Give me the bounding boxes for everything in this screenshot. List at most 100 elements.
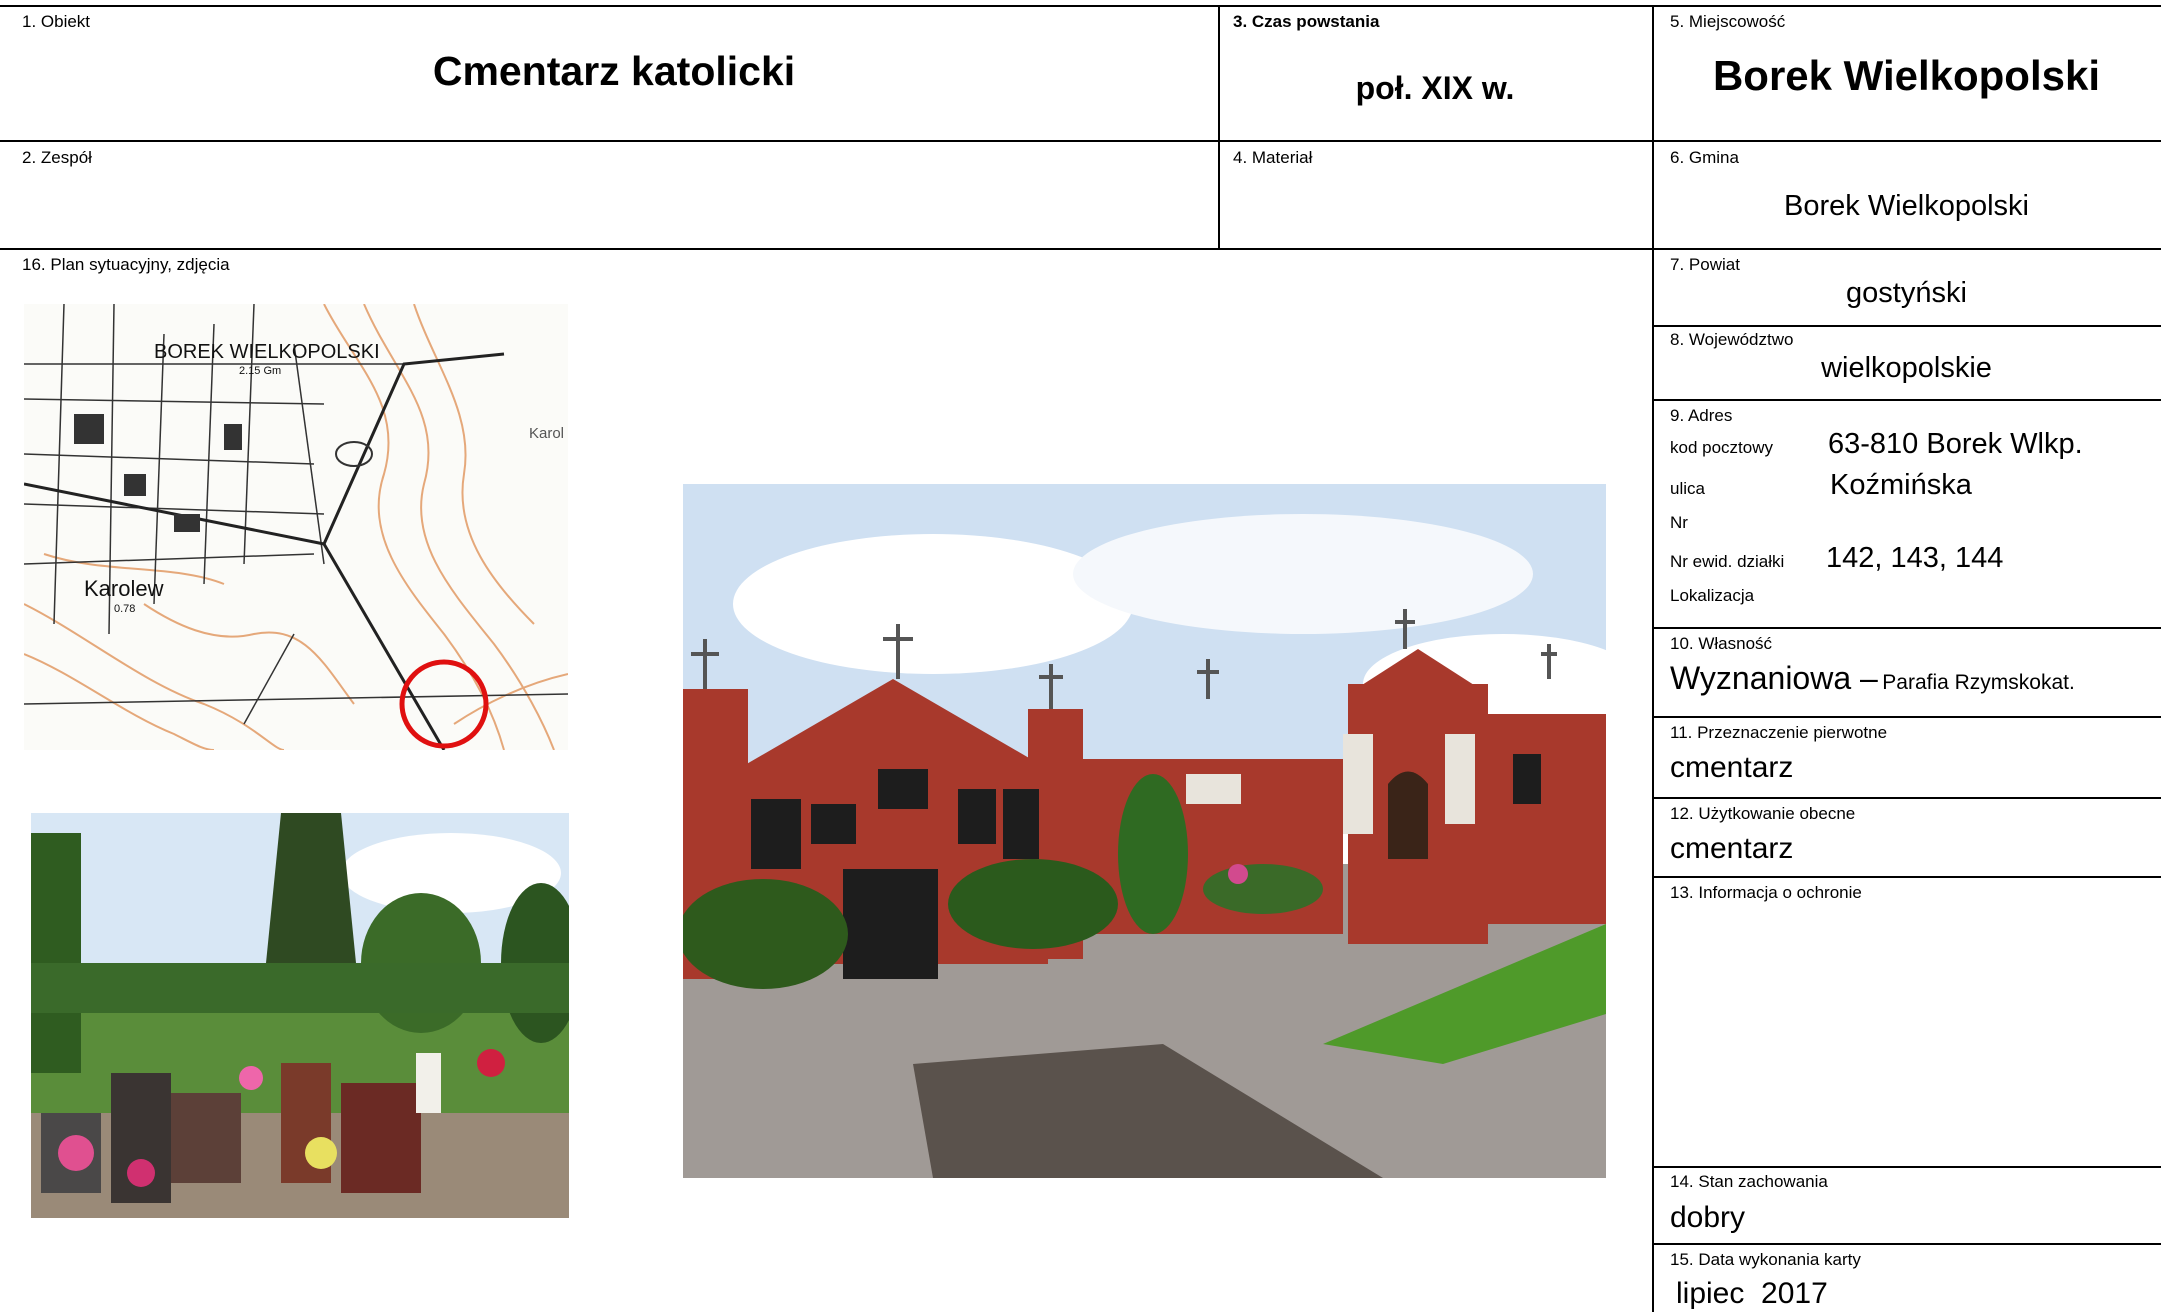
col-divider-1	[1218, 5, 1220, 249]
map-edge-label: Karol	[529, 425, 564, 442]
main-road	[322, 352, 505, 545]
tomb-plaque	[811, 804, 856, 844]
field-16-label: 16. Plan sytuacyjny, zdjęcia	[22, 255, 230, 274]
map-village-label: Karolew	[84, 576, 164, 601]
map-town-label: BOREK WIELKOPOLSKI	[154, 341, 380, 363]
right-divider-13	[1652, 1166, 2161, 1168]
field-14-label: 14. Stan zachowania	[1670, 1172, 1828, 1191]
field-5-label: 5. Miejscowość	[1670, 12, 1786, 31]
tomb-plaque	[1513, 754, 1541, 804]
creation-time: poł. XIX w.	[1355, 70, 1515, 106]
ownership: Wyznaniowa – Parafia Rzymskokat.	[1670, 660, 2075, 697]
map-village-sub: 0.78	[114, 603, 135, 615]
right-divider-7	[1652, 325, 2161, 327]
map-block	[174, 514, 200, 532]
map-height-label: 2.15 Gm	[239, 365, 281, 377]
tomb-plaque	[751, 799, 801, 869]
tomb-plaque	[878, 769, 928, 809]
plot-number-label: Nr ewid. działki	[1670, 552, 1785, 571]
field-6-label: 6. Gmina	[1670, 148, 1739, 167]
field-12-label: 12. Użytkowanie obecne	[1670, 804, 1856, 823]
ownership-value: Wyznaniowa –	[1670, 660, 1878, 696]
field-9-label: 9. Adres	[1670, 406, 1733, 425]
field-11-label: 11. Przeznaczenie pierwotne	[1670, 723, 1888, 742]
photo-flowers	[239, 1066, 263, 1090]
photo-bush	[1203, 864, 1323, 914]
map-block	[74, 414, 104, 444]
photo-headstone	[341, 1083, 421, 1193]
tomb-door	[1388, 771, 1428, 859]
photo-cloud	[1073, 514, 1533, 634]
field-13-label: 13. Informacja o ochronie	[1670, 883, 1862, 902]
tomb-stone-slab	[1445, 734, 1475, 824]
plot-number-value: 142, 143, 144	[1826, 542, 2004, 574]
right-divider-10	[1652, 716, 2161, 718]
field-7-label: 7. Powiat	[1670, 255, 1740, 274]
photo-flowers	[1228, 864, 1248, 884]
photo-headstone	[416, 1053, 441, 1113]
tomb-stone-slab	[1343, 734, 1373, 834]
right-divider-9	[1652, 627, 2161, 629]
field-2-label: 2. Zespół	[22, 148, 92, 167]
tomb-sign	[1186, 774, 1241, 804]
tombs-photo	[683, 484, 1606, 1178]
row-divider-1	[0, 140, 2161, 142]
photo-treeline	[31, 963, 569, 1013]
current-use: cmentarz	[1670, 832, 1794, 865]
contour-line	[413, 304, 535, 625]
field-15-label: 15. Data wykonania karty	[1670, 1250, 1861, 1269]
photo-bush	[683, 879, 848, 989]
photo-flowers	[58, 1135, 94, 1171]
street-value: Koźmińska	[1830, 469, 1972, 501]
photo-flowers	[477, 1049, 505, 1077]
postal-code-label: kod pocztowy	[1670, 438, 1773, 457]
graves-photo	[31, 813, 569, 1218]
row-divider-2	[0, 248, 2161, 250]
photo-bush	[948, 859, 1118, 949]
street-label: ulica	[1670, 479, 1705, 498]
map-road	[24, 553, 315, 565]
photo-bush	[1118, 774, 1188, 934]
photo-flowers	[127, 1159, 155, 1187]
tomb-plaque	[958, 789, 996, 844]
map-block	[224, 424, 242, 450]
map-road	[203, 323, 215, 585]
map-drawing: BOREK WIELKOPOLSKI 2.15 Gm Karolew 0.78 …	[24, 304, 568, 750]
original-purpose: cmentarz	[1670, 751, 1794, 784]
field-1-label: 1. Obiekt	[22, 12, 91, 31]
map-road	[243, 633, 295, 725]
ownership-parish: Parafia Rzymskokat.	[1882, 671, 2075, 694]
contour-line	[24, 603, 285, 750]
map-pond	[335, 441, 373, 467]
house-number-label: Nr	[1670, 513, 1688, 532]
object-name: Cmentarz katolicki	[432, 48, 796, 94]
right-divider-12	[1652, 876, 2161, 878]
contour-line	[363, 304, 555, 750]
voivodeship: wielkopolskie	[1821, 352, 1992, 384]
card-date: lipiec 2017	[1676, 1277, 1828, 1310]
tomb-door	[843, 869, 938, 979]
map-road	[24, 398, 325, 405]
condition: dobry	[1670, 1201, 1746, 1234]
county: gostyński	[1846, 277, 1967, 309]
locality: Borek Wielkopolski	[1712, 52, 2101, 99]
contour-line	[143, 603, 355, 705]
map-block	[124, 474, 146, 496]
field-8-label: 8. Województwo	[1670, 330, 1794, 349]
map-road	[293, 343, 325, 565]
top-border	[0, 5, 2161, 7]
map-road	[53, 304, 65, 625]
map-road	[24, 453, 315, 465]
main-road	[322, 543, 446, 750]
field-10-label: 10. Własność	[1670, 634, 1773, 653]
tomb-plaque	[1003, 789, 1039, 859]
tomb-wall	[1488, 714, 1606, 924]
photo-headstone	[171, 1093, 241, 1183]
field-3-label: 3. Czas powstania	[1233, 12, 1380, 31]
photo-flowers	[305, 1137, 337, 1169]
field-4-label: 4. Materiał	[1233, 148, 1313, 167]
photo-tree	[31, 833, 81, 1073]
right-divider-11	[1652, 797, 2161, 799]
contour-line	[323, 304, 505, 750]
postal-code-value: 63-810 Borek Wlkp.	[1828, 428, 2083, 460]
